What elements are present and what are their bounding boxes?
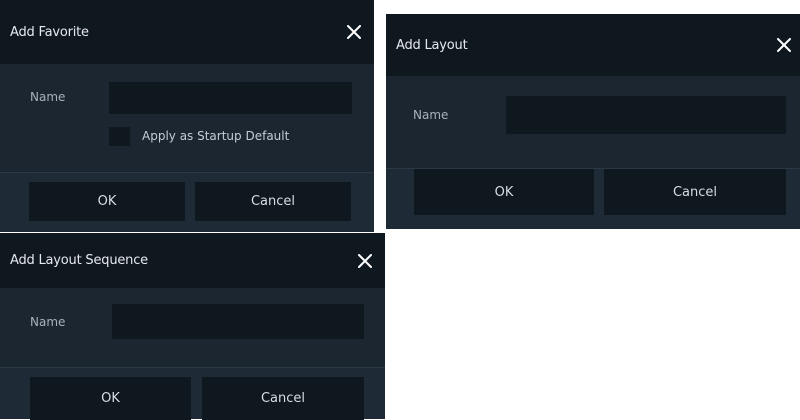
- close-button[interactable]: [351, 233, 379, 288]
- startup-default-checkbox[interactable]: [109, 127, 130, 146]
- name-label: Name: [30, 315, 66, 329]
- add-layout-dialog: Add Layout Name OK Cancel: [386, 14, 800, 229]
- add-layout-sequence-dialog: Add Layout Sequence Name OK Cancel: [0, 233, 385, 420]
- close-icon: [777, 38, 791, 52]
- ok-button[interactable]: OK: [414, 169, 594, 215]
- cancel-button[interactable]: Cancel: [604, 169, 786, 215]
- dialog-header: Add Layout: [386, 14, 800, 76]
- ok-button[interactable]: OK: [30, 377, 191, 420]
- dialog-header: Add Favorite: [0, 0, 374, 64]
- dialog-footer: OK Cancel: [0, 367, 385, 420]
- dialog-title: Add Layout: [396, 37, 468, 53]
- name-input[interactable]: [506, 96, 786, 134]
- startup-default-label[interactable]: Apply as Startup Default: [142, 129, 289, 143]
- close-icon: [358, 253, 372, 268]
- dialog-header: Add Layout Sequence: [0, 233, 385, 288]
- ok-button[interactable]: OK: [29, 182, 185, 221]
- close-button[interactable]: [770, 14, 798, 76]
- close-icon: [347, 25, 361, 39]
- dialog-footer: OK Cancel: [386, 168, 800, 229]
- close-button[interactable]: [340, 0, 368, 64]
- name-label: Name: [413, 108, 449, 122]
- name-input[interactable]: [109, 82, 352, 114]
- name-input[interactable]: [112, 304, 364, 339]
- dialog-title: Add Favorite: [10, 24, 89, 40]
- dialog-title: Add Layout Sequence: [10, 253, 148, 268]
- cancel-button[interactable]: Cancel: [195, 182, 351, 221]
- dialog-footer: OK Cancel: [0, 172, 374, 232]
- cancel-button[interactable]: Cancel: [202, 377, 364, 420]
- name-label: Name: [30, 90, 66, 104]
- add-favorite-dialog: Add Favorite Name Apply as Startup Defau…: [0, 0, 374, 232]
